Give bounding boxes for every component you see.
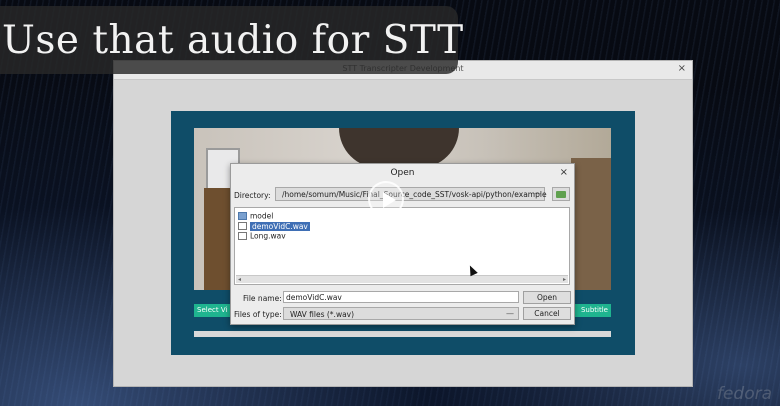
cancel-button[interactable]: Cancel [523,307,571,320]
play-icon[interactable] [368,181,404,217]
caption-text: Use that audio for STT [2,18,464,63]
video-cabinet-shape [571,158,611,290]
folder-icon [238,212,247,220]
main-window-close-button[interactable]: × [678,63,686,74]
file-name-input[interactable] [283,291,519,303]
caption-banner: Use that audio for STT [0,6,463,74]
file-name-text: demoVidC.wav [250,221,310,231]
scroll-left-icon[interactable]: ◂ [238,276,241,283]
open-button[interactable]: Open [523,291,571,304]
files-of-type-value: WAV files (*.wav) [290,310,355,319]
directory-combobox[interactable]: /home/somum/Music/Final_Source_code_SST/… [275,187,547,201]
chevron-down-icon: — [533,189,541,198]
file-list[interactable]: model demoVidC.wav Long.wav ◂ ▸ [234,207,570,285]
dialog-close-button[interactable]: × [560,167,568,178]
folder-up-icon [556,191,566,198]
files-of-type-label: Files of type: [234,310,282,319]
directory-value: /home/somum/Music/Final_Source_code_SST/… [282,190,547,199]
files-of-type-combobox[interactable]: WAV files (*.wav) — [283,307,519,320]
fedora-watermark: fedora [716,384,772,404]
dialog-title: Open [390,168,415,178]
chevron-down-icon: — [506,309,514,318]
list-item-folder-model[interactable]: model [238,211,273,221]
scroll-right-icon[interactable]: ▸ [563,276,566,283]
list-item-file-demovidc[interactable]: demoVidC.wav [238,221,310,231]
list-item-file-long[interactable]: Long.wav [238,231,286,241]
horizontal-scrollbar[interactable]: ◂ ▸ [236,275,568,283]
directory-label: Directory: [234,191,271,200]
file-icon [238,232,247,240]
dialog-titlebar[interactable]: Open × [231,164,574,182]
parent-directory-button[interactable] [552,187,570,201]
file-name-text: model [250,211,274,221]
file-icon [238,222,247,230]
file-name-text: Long.wav [250,231,286,241]
progress-bar [194,331,611,337]
open-file-dialog: Open × Directory: /home/somum/Music/Fina… [230,163,575,325]
file-name-label: File name: [243,294,282,303]
